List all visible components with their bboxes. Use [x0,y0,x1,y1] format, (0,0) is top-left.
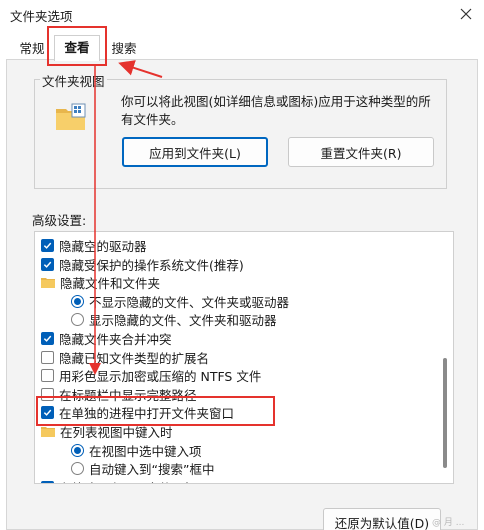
settings-row-label: 自动键入到“搜索”框中 [89,462,215,478]
settings-row-label: 在视图中选中键入项 [89,443,202,459]
folder-icon [41,427,55,437]
settings-row[interactable]: 显示隐藏的文件、文件夹和驱动器 [71,310,277,329]
settings-row[interactable]: 自动键入到“搜索”框中 [71,459,214,478]
checkbox-checked-icon[interactable] [41,257,54,271]
settings-row[interactable]: 在单独的进程中打开文件夹窗口 [41,403,234,422]
settings-row-label: 隐藏文件夹合并冲突 [59,332,172,347]
radio-icon[interactable] [71,313,84,327]
settings-row[interactable]: 不显示隐藏的文件、文件夹或驱动器 [71,292,289,311]
settings-row-label: 不显示隐藏的文件、文件夹或驱动器 [89,294,290,310]
close-button[interactable] [448,0,484,28]
settings-row-label: 在缩略图上显示文件图标 [59,478,197,483]
radio-icon[interactable] [71,462,84,476]
tab-search[interactable]: 搜索 [104,38,144,60]
checkbox-icon[interactable] [41,350,54,364]
tab-view[interactable]: 查看 [54,35,100,61]
watermark: @ 月 ... [432,518,465,528]
tab-view-label: 查看 [64,40,90,55]
tab-bar: 常规 查看 搜索 [0,30,484,61]
settings-row[interactable]: 隐藏空的驱动器 [41,236,147,255]
advanced-settings-list[interactable]: 隐藏空的驱动器隐藏受保护的操作系统文件(推荐) 隐藏文件和文件夹不显示隐藏的文件、… [34,231,454,484]
folder-views-description: 你可以将此视图(如详细信息或图标)应用于这种类型的所有文件夹。 [121,94,431,127]
radio-selected-icon[interactable] [71,294,84,308]
advanced-settings-label: 高级设置: [32,213,87,228]
settings-row[interactable]: 隐藏文件和文件夹 [41,273,160,292]
restore-defaults-button[interactable]: 还原为默认值(D) [323,508,441,530]
settings-row-label: 在标题栏中显示完整路径 [59,387,197,403]
settings-row[interactable]: 隐藏已知文件类型的扩展名 [41,348,209,367]
settings-row[interactable]: 隐藏文件夹合并冲突 [41,329,172,348]
settings-row-label: 显示隐藏的文件、文件夹和驱动器 [89,313,277,329]
settings-row-label: 在列表视图中键入时 [60,425,173,440]
reset-folders-button[interactable]: 重置文件夹(R) [288,137,434,167]
checkbox-icon[interactable] [41,387,54,401]
settings-row-label: 隐藏受保护的操作系统文件(推荐) [59,257,244,273]
settings-row-label: 用彩色显示加密或压缩的 NTFS 文件 [59,369,262,385]
title-bar: 文件夹选项 [0,0,484,30]
settings-row[interactable]: 隐藏受保护的操作系统文件(推荐) [41,255,244,274]
settings-row[interactable]: 在缩略图上显示文件图标 [41,478,197,483]
settings-row[interactable]: 在列表视图中键入时 [41,422,173,441]
tab-general[interactable]: 常规 [16,38,48,60]
checkbox-icon[interactable] [41,369,54,383]
folder-view-icon [56,103,86,130]
settings-row-label: 隐藏空的驱动器 [59,239,147,254]
settings-row[interactable]: 在视图中选中键入项 [71,441,202,460]
settings-row-label: 隐藏文件和文件夹 [60,276,161,292]
radio-selected-icon[interactable] [71,443,84,457]
settings-row-label: 在单独的进程中打开文件夹窗口 [59,406,235,422]
settings-row[interactable]: 在标题栏中显示完整路径 [41,385,197,404]
checkbox-checked-icon[interactable] [41,480,54,483]
settings-row[interactable]: 用彩色显示加密或压缩的 NTFS 文件 [41,366,261,385]
folder-icon [41,278,55,289]
folder-views-label: 文件夹视图 [40,71,107,90]
checkbox-checked-icon[interactable] [41,332,54,345]
apply-to-folders-button[interactable]: 应用到文件夹(L) [122,137,268,167]
checkbox-checked-icon[interactable] [41,239,54,252]
checkbox-checked-icon[interactable] [41,406,54,420]
settings-row-label: 隐藏已知文件类型的扩展名 [59,350,210,366]
scrollbar-thumb[interactable] [443,358,447,468]
close-icon [460,8,472,20]
list-scrollbar[interactable] [441,233,449,482]
window-title: 文件夹选项 [10,9,73,24]
